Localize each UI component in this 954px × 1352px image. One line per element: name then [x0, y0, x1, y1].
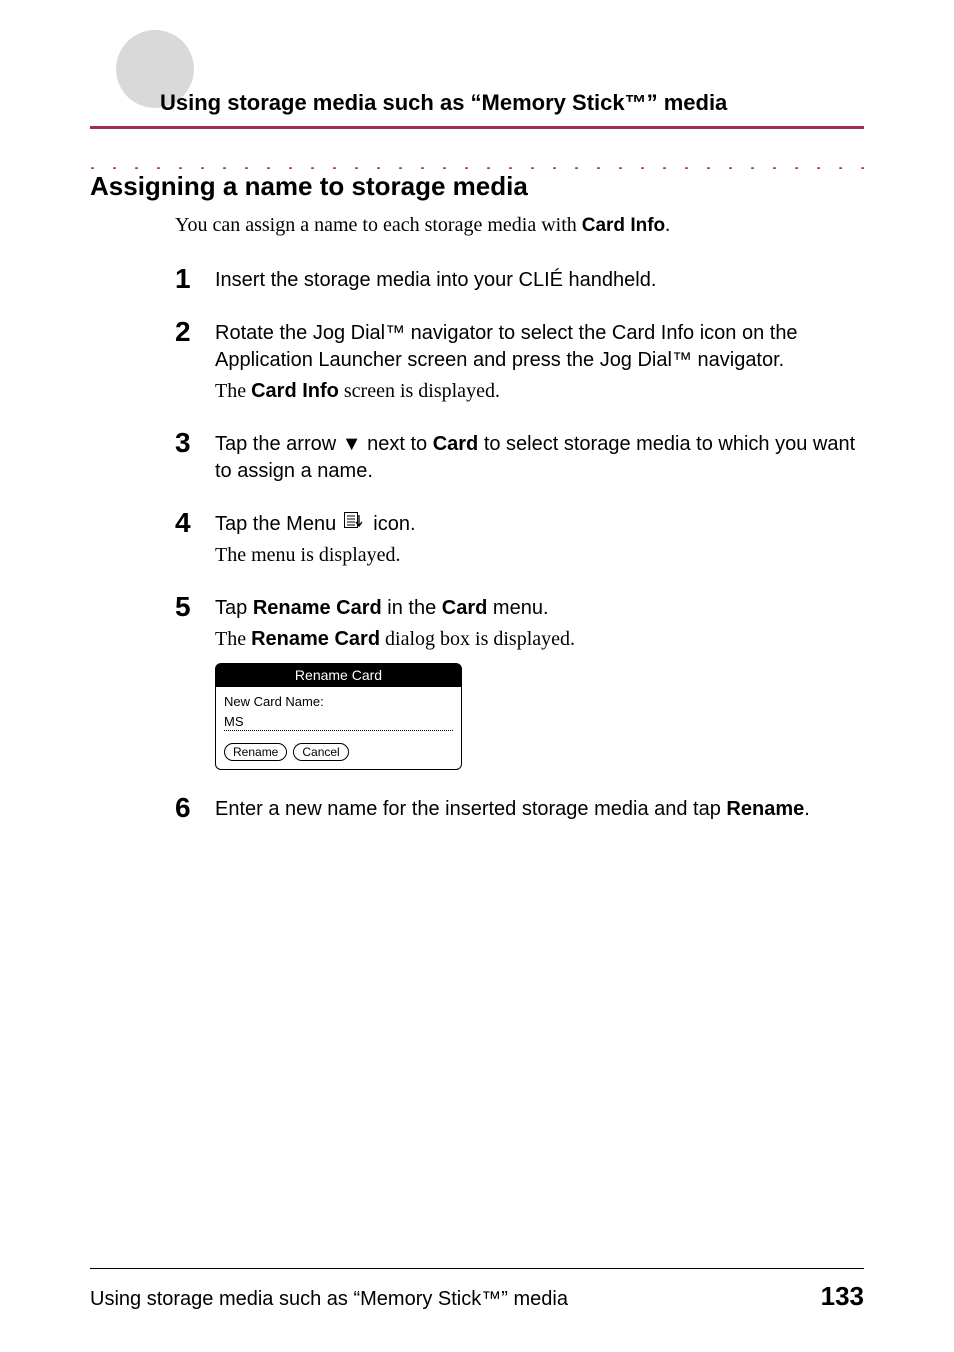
rename-card-dialog: Rename Card New Card Name: MS Rename Can… [215, 663, 462, 770]
step-number: 4 [175, 509, 197, 569]
step-5-sub: The Rename Card dialog box is displayed. [215, 626, 575, 653]
page-footer: Using storage media such as “Memory Stic… [90, 1268, 864, 1312]
t: Rename [726, 798, 804, 820]
header-divider [90, 126, 864, 129]
t: Card [433, 433, 479, 455]
page-number: 133 [821, 1281, 864, 1312]
t: Tap the Menu [215, 513, 342, 535]
t: The [215, 380, 251, 402]
t: Rename Card [253, 597, 382, 619]
step-number: 5 [175, 593, 197, 770]
t: icon. [368, 513, 416, 535]
new-card-name-label: New Card Name: [224, 693, 453, 711]
section-title: Assigning a name to storage media [90, 171, 864, 202]
step-number: 3 [175, 429, 197, 485]
t: in the [382, 597, 442, 619]
step-body: Tap Rename Card in the Card menu. The Re… [215, 595, 575, 770]
rename-button[interactable]: Rename [224, 743, 287, 761]
dialog-title: Rename Card [216, 664, 461, 687]
t: Card [442, 597, 488, 619]
step-2-text: Rotate the Jog Dial™ navigator to select… [215, 322, 798, 371]
t: Enter a new name for the inserted storag… [215, 798, 726, 820]
intro-bold: Card Info [582, 215, 665, 236]
t: screen is displayed. [339, 380, 500, 402]
intro-post: . [665, 214, 670, 236]
dotted-divider: . . . . . . . . . . . . . . . . . . . . … [90, 159, 864, 169]
t: Rename Card [251, 628, 380, 650]
step-6: 6 Enter a new name for the inserted stor… [175, 796, 864, 823]
step-2: 2 Rotate the Jog Dial™ navigator to sele… [175, 320, 864, 405]
intro-text: You can assign a name to each storage me… [175, 214, 864, 237]
step-number: 2 [175, 318, 197, 405]
step-5: 5 Tap Rename Card in the Card menu. The … [175, 595, 864, 770]
t: Card Info [251, 380, 339, 402]
step-body: Tap the Menu icon. The menu is displayed… [215, 511, 416, 569]
t: menu. [487, 597, 548, 619]
step-body: Rotate the Jog Dial™ navigator to select… [215, 320, 864, 405]
t: . [804, 798, 810, 820]
intro-pre: You can assign a name to each storage me… [175, 214, 582, 236]
t: The [215, 628, 251, 650]
step-1-text: Insert the storage media into your CLIÉ … [215, 269, 656, 291]
t: Tap the arrow ▼ next to [215, 433, 433, 455]
step-body: Tap the arrow ▼ next to Card to select s… [215, 431, 864, 485]
t: dialog box is displayed. [380, 628, 575, 650]
step-body: Insert the storage media into your CLIÉ … [215, 267, 656, 294]
step-1: 1 Insert the storage media into your CLI… [175, 267, 864, 294]
step-number: 1 [175, 265, 197, 294]
step-number: 6 [175, 794, 197, 823]
new-card-name-input[interactable]: MS [224, 713, 453, 732]
step-4-sub: The menu is displayed. [215, 542, 416, 569]
step-body: Enter a new name for the inserted storag… [215, 796, 810, 823]
t: Tap [215, 597, 253, 619]
cancel-button[interactable]: Cancel [293, 743, 348, 761]
step-4: 4 Tap the Menu icon. The menu is display… [175, 511, 864, 569]
step-3: 3 Tap the arrow ▼ next to Card to select… [175, 431, 864, 485]
footer-text: Using storage media such as “Memory Stic… [90, 1288, 568, 1311]
breadcrumb: Using storage media such as “Memory Stic… [90, 90, 864, 116]
step-2-sub: The Card Info screen is displayed. [215, 378, 864, 405]
menu-icon [344, 511, 366, 538]
